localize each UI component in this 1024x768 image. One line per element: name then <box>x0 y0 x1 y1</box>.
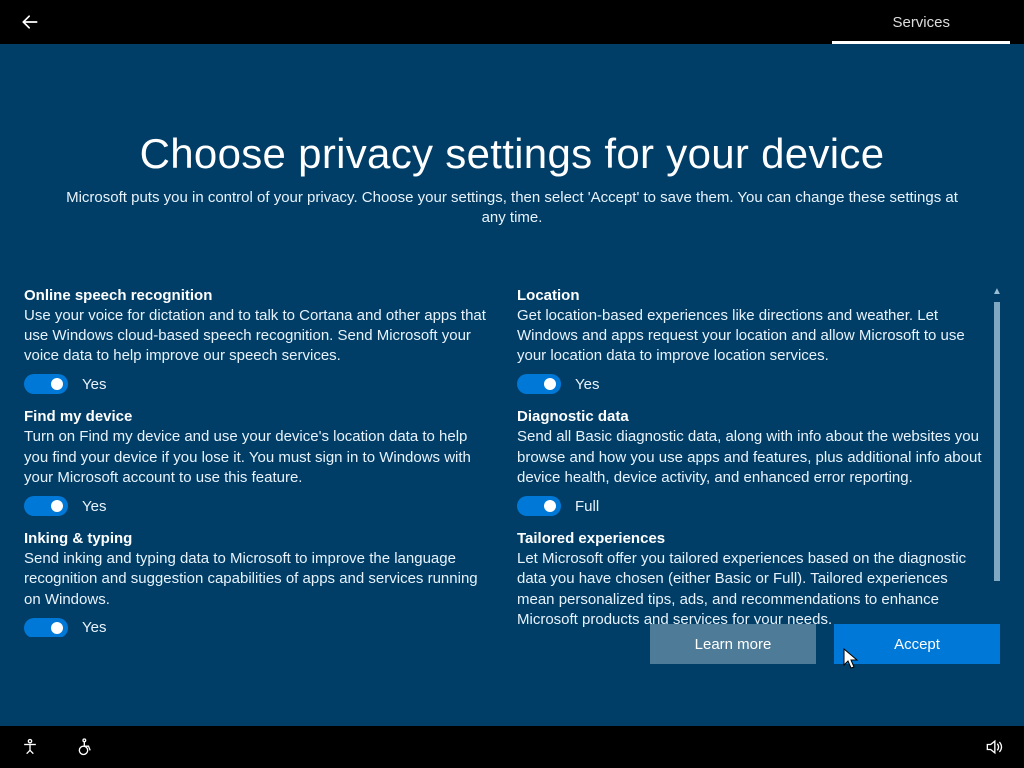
bottom-bar <box>0 726 1024 768</box>
settings-column-left: Online speech recognition Use your voice… <box>24 287 489 637</box>
setting-location: Location Get location-based experiences … <box>517 287 982 395</box>
arrow-left-icon <box>20 12 40 32</box>
setting-diagnostic: Diagnostic data Send all Basic diagnosti… <box>517 408 982 516</box>
tab-services[interactable]: Services <box>832 0 1010 44</box>
back-button[interactable] <box>12 4 48 40</box>
toggle-label: Yes <box>82 619 106 636</box>
page-subtitle: Microsoft puts you in control of your pr… <box>24 188 1000 229</box>
scrollbar[interactable]: ▲ ▼ <box>990 285 1004 635</box>
setting-title: Diagnostic data <box>517 408 982 425</box>
setting-title: Tailored experiences <box>517 530 982 547</box>
scrollbar-thumb[interactable] <box>994 302 1000 581</box>
setting-desc: Get location-based experiences like dire… <box>517 306 982 367</box>
content-area: Choose privacy settings for your device … <box>0 44 1024 726</box>
toggle-label: Yes <box>575 376 599 393</box>
setting-speech: Online speech recognition Use your voice… <box>24 287 489 395</box>
settings-column-right: Location Get location-based experiences … <box>517 287 982 637</box>
setting-desc: Turn on Find my device and use your devi… <box>24 427 489 488</box>
setting-title: Online speech recognition <box>24 287 489 304</box>
accessibility-icon <box>76 737 96 757</box>
setting-title: Inking & typing <box>24 530 489 547</box>
tab-services-label: Services <box>892 14 950 31</box>
setting-desc: Use your voice for dictation and to talk… <box>24 306 489 367</box>
toggle-inking[interactable] <box>24 618 68 637</box>
button-row: Learn more Accept <box>650 624 1000 664</box>
setting-desc: Send all Basic diagnostic data, along wi… <box>517 427 982 488</box>
setting-findmydevice: Find my device Turn on Find my device an… <box>24 408 489 516</box>
toggle-findmydevice[interactable] <box>24 496 68 516</box>
top-bar: Services <box>0 0 1024 44</box>
setting-desc: Send inking and typing data to Microsoft… <box>24 549 489 610</box>
toggle-diagnostic[interactable] <box>517 496 561 516</box>
ease-of-access-button[interactable] <box>18 735 42 759</box>
scroll-up-icon[interactable]: ▲ <box>990 285 1004 299</box>
accessibility-button[interactable] <box>74 735 98 759</box>
toggle-label: Full <box>575 498 599 515</box>
volume-button[interactable] <box>982 735 1006 759</box>
settings-columns: Online speech recognition Use your voice… <box>24 287 1000 637</box>
toggle-speech[interactable] <box>24 374 68 394</box>
accept-button[interactable]: Accept <box>834 624 1000 664</box>
setting-title: Find my device <box>24 408 489 425</box>
setting-title: Location <box>517 287 982 304</box>
setting-desc: Let Microsoft offer you tailored experie… <box>517 549 982 630</box>
toggle-location[interactable] <box>517 374 561 394</box>
setting-tailored: Tailored experiences Let Microsoft offer… <box>517 530 982 637</box>
toggle-label: Yes <box>82 498 106 515</box>
volume-icon <box>984 737 1004 757</box>
page-title: Choose privacy settings for your device <box>24 130 1000 178</box>
ease-of-access-icon <box>20 737 40 757</box>
toggle-label: Yes <box>82 376 106 393</box>
setting-inking: Inking & typing Send inking and typing d… <box>24 530 489 637</box>
learn-more-button[interactable]: Learn more <box>650 624 816 664</box>
